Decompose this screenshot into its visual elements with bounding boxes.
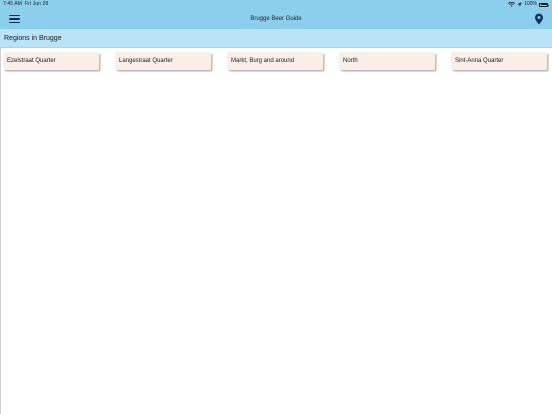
battery-percent: 100% bbox=[524, 1, 537, 7]
region-button-markt-burg[interactable]: Markt, Burg and around bbox=[227, 52, 323, 70]
region-list: Ezelstraat Quarter Langestraat Quarter M… bbox=[0, 48, 552, 75]
app-title: Brugge Beer Guide bbox=[250, 16, 302, 22]
region-button-langestraat-quarter[interactable]: Langestraat Quarter bbox=[115, 52, 211, 70]
section-title: Regions in Brugge bbox=[4, 35, 62, 42]
left-divider bbox=[0, 48, 1, 414]
status-bar: 7:45 AM Fri Jun 28 100% bbox=[0, 0, 552, 9]
status-time-date: 7:45 AM Fri Jun 28 bbox=[3, 0, 48, 9]
region-button-sint-anna-quarter[interactable]: Sint-Anna Quarter bbox=[451, 52, 547, 70]
navigation-bar: Brugge Beer Guide bbox=[0, 9, 552, 29]
wifi-icon bbox=[508, 2, 516, 7]
location-arrow-icon bbox=[517, 2, 522, 7]
battery-icon bbox=[539, 2, 549, 7]
region-button-north[interactable]: North bbox=[339, 52, 435, 70]
status-time: 7:45 AM bbox=[3, 1, 23, 7]
section-header: Regions in Brugge bbox=[0, 29, 552, 48]
status-date: Fri Jun 28 bbox=[25, 1, 49, 7]
status-indicators: 100% bbox=[508, 0, 549, 9]
map-pin-icon[interactable] bbox=[534, 13, 544, 25]
region-button-ezelstraat-quarter[interactable]: Ezelstraat Quarter bbox=[3, 52, 99, 70]
